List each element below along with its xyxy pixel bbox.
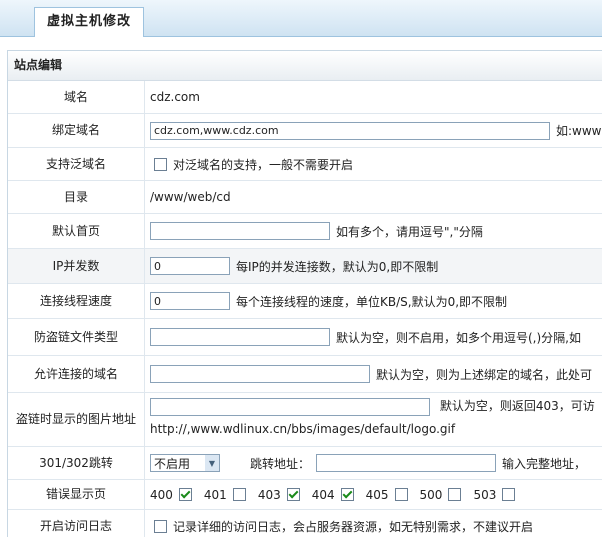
row-bind-domain: 绑定域名 如:www bbox=[8, 114, 602, 148]
hint-hotlink-image: 默认为空，则返回403，可访 bbox=[439, 399, 595, 413]
site-edit-panel: 站点编辑 域名 cdz.com 绑定域名 如:www 支持泛域名 对泛域名的支持… bbox=[7, 50, 602, 537]
label-bind-domain: 绑定域名 bbox=[8, 114, 145, 147]
label-wildcard: 支持泛域名 bbox=[8, 148, 145, 180]
error-code-label: 403 bbox=[257, 487, 281, 502]
hint-bind-domain: 如:www bbox=[556, 124, 602, 138]
hint-ip-concurrency: 每IP的并发连接数，默认为0,即不限制 bbox=[236, 259, 439, 274]
error-code-checkbox[interactable] bbox=[286, 488, 300, 501]
error-code-checkbox[interactable] bbox=[502, 488, 516, 501]
allowed-domains-input[interactable] bbox=[150, 365, 370, 383]
hint-access-log: 记录详细的访问日志，会占服务器资源，如无特别需求，不建议开启 bbox=[173, 519, 534, 534]
row-thread-speed: 连接线程速度 每个连接线程的速度，单位KB/S,默认为0,即不限制 bbox=[8, 284, 602, 319]
wildcard-checkbox[interactable] bbox=[154, 157, 167, 171]
error-code-label: 404 bbox=[311, 487, 335, 502]
row-hotlink-image: 盗链时显示的图片地址 默认为空，则返回403，可访 http://,www.wd… bbox=[8, 393, 602, 447]
label-hotlink-types: 防盗链文件类型 bbox=[8, 319, 145, 355]
bind-domain-input[interactable] bbox=[150, 121, 550, 140]
row-redirect: 301/302跳转 不启用 ▼ 跳转地址： 输入完整地址， bbox=[8, 447, 602, 480]
error-code-list: 400 401 403 404 405 500 503 bbox=[150, 480, 602, 509]
error-code-checkbox[interactable] bbox=[232, 488, 246, 501]
error-code-label: 400 bbox=[150, 487, 173, 502]
error-code-checkbox[interactable] bbox=[178, 488, 192, 501]
row-directory: 目录 /www/web/cd bbox=[8, 181, 602, 214]
chevron-down-icon: ▼ bbox=[205, 455, 219, 471]
hint-hotlink-types: 默认为空，则不启用，如多个用逗号(,)分隔,如 bbox=[336, 330, 581, 345]
label-redirect: 301/302跳转 bbox=[8, 447, 145, 479]
error-code-label: 401 bbox=[203, 487, 227, 502]
label-error-pages: 错误显示页 bbox=[8, 480, 145, 509]
panel-title: 站点编辑 bbox=[8, 51, 602, 81]
row-allowed-domains: 允许连接的域名 默认为空，则为上述绑定的域名，此处可 bbox=[8, 356, 602, 393]
row-access-log: 开启访问日志 记录详细的访问日志，会占服务器资源，如无特别需求，不建议开启 bbox=[8, 510, 602, 537]
error-code-checkbox[interactable] bbox=[448, 488, 462, 501]
error-code-label: 503 bbox=[473, 487, 497, 502]
redirect-select-value: 不启用 bbox=[154, 456, 191, 471]
label-hotlink-image: 盗链时显示的图片地址 bbox=[8, 393, 145, 446]
tab-vhost-edit[interactable]: 虚拟主机修改 bbox=[34, 7, 145, 37]
label-ip-concurrency: IP并发数 bbox=[8, 249, 145, 283]
row-wildcard: 支持泛域名 对泛域名的支持，一般不需要开启 bbox=[8, 148, 602, 181]
row-default-page: 默认首页 如有多个，请用逗号","分隔 bbox=[8, 214, 602, 249]
hint-default-page: 如有多个，请用逗号","分隔 bbox=[336, 224, 483, 239]
error-code-checkbox[interactable] bbox=[394, 488, 408, 501]
error-code-label: 500 bbox=[419, 487, 443, 502]
value-directory: /www/web/cd bbox=[150, 190, 231, 204]
row-domain: 域名 cdz.com bbox=[8, 81, 602, 114]
value-domain: cdz.com bbox=[150, 90, 200, 104]
label-thread-speed: 连接线程速度 bbox=[8, 284, 145, 318]
label-directory: 目录 bbox=[8, 181, 145, 213]
hint-redirect: 输入完整地址， bbox=[502, 456, 587, 471]
example-hotlink-image: http://,www.wdlinux.cn/bbs/images/defaul… bbox=[150, 422, 456, 436]
hotlink-image-input[interactable] bbox=[150, 397, 430, 416]
row-error-pages: 错误显示页 400 401 403 404 405 500 503 bbox=[8, 480, 602, 510]
access-log-checkbox[interactable] bbox=[154, 519, 167, 533]
hotlink-types-input[interactable] bbox=[150, 328, 330, 346]
label-redirect-target: 跳转地址： bbox=[250, 456, 311, 471]
redirect-target-input[interactable] bbox=[316, 454, 497, 472]
thread-speed-input[interactable] bbox=[150, 292, 230, 310]
error-code-checkbox[interactable] bbox=[340, 488, 354, 501]
label-default-page: 默认首页 bbox=[8, 214, 145, 248]
tab-bar: 虚拟主机修改 bbox=[0, 0, 602, 37]
label-domain: 域名 bbox=[8, 81, 145, 113]
hint-wildcard: 对泛域名的支持，一般不需要开启 bbox=[173, 157, 354, 172]
row-ip-concurrency: IP并发数 每IP的并发连接数，默认为0,即不限制 bbox=[8, 249, 602, 284]
default-page-input[interactable] bbox=[150, 222, 330, 240]
hint-allowed-domains: 默认为空，则为上述绑定的域名，此处可 bbox=[376, 367, 593, 382]
redirect-select[interactable]: 不启用 ▼ bbox=[150, 454, 220, 472]
ip-concurrency-input[interactable] bbox=[150, 257, 230, 275]
hint-thread-speed: 每个连接线程的速度，单位KB/S,默认为0,即不限制 bbox=[236, 294, 508, 309]
row-hotlink-types: 防盗链文件类型 默认为空，则不启用，如多个用逗号(,)分隔,如 bbox=[8, 319, 602, 356]
label-allowed-domains: 允许连接的域名 bbox=[8, 356, 145, 392]
error-code-label: 405 bbox=[365, 487, 389, 502]
label-access-log: 开启访问日志 bbox=[8, 510, 145, 537]
